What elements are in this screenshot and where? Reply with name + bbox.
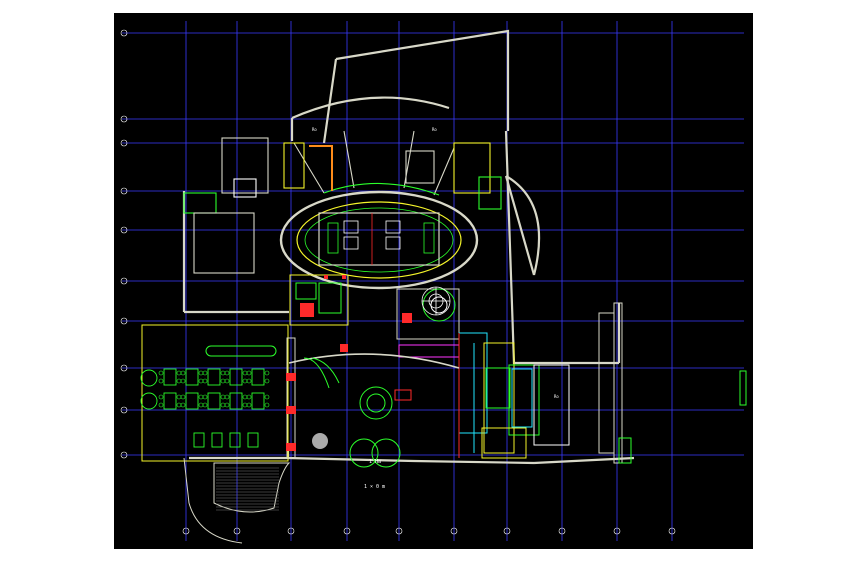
chair <box>180 378 186 384</box>
floor-plan-drawing: 1 Ha 1 × 0 m Ro Ro Ro <box>120 21 747 544</box>
dining-table <box>229 392 243 410</box>
dining-table <box>163 368 177 386</box>
chair <box>198 378 204 384</box>
chair <box>176 394 182 400</box>
chair <box>202 402 208 408</box>
dining-table <box>185 392 199 410</box>
exterior-walls <box>182 29 635 465</box>
bottom-note-label: 1 × 0 m <box>364 484 385 490</box>
dining-table <box>247 432 259 448</box>
chair <box>180 402 186 408</box>
chair <box>224 402 230 408</box>
chair <box>220 370 226 376</box>
right-annex <box>598 302 747 464</box>
chair <box>158 370 164 376</box>
room-b-label: Ro <box>432 127 437 132</box>
chair <box>198 402 204 408</box>
chair <box>220 402 226 408</box>
chair <box>242 378 248 384</box>
round-table <box>140 369 158 387</box>
chair <box>224 394 230 400</box>
chair <box>198 394 204 400</box>
chair <box>242 394 248 400</box>
chair <box>202 394 208 400</box>
chair <box>242 370 248 376</box>
dining-table <box>251 392 265 410</box>
room-a-label: Ro <box>312 127 317 132</box>
dining-table <box>163 392 177 410</box>
chair <box>246 370 252 376</box>
dining-table <box>229 432 241 448</box>
chair <box>224 370 230 376</box>
chair <box>158 394 164 400</box>
chair <box>158 378 164 384</box>
chair <box>220 394 226 400</box>
chair <box>180 370 186 376</box>
chair <box>224 378 230 384</box>
dining-table <box>193 432 205 448</box>
chair <box>176 378 182 384</box>
chair <box>246 402 252 408</box>
elevator-core <box>279 190 479 290</box>
dining-table <box>211 432 223 448</box>
dining-table <box>185 368 199 386</box>
chair <box>264 378 270 384</box>
dining-table <box>229 368 243 386</box>
chair <box>246 378 252 384</box>
chair <box>242 402 248 408</box>
dining-table <box>207 368 221 386</box>
chair <box>198 370 204 376</box>
chair <box>176 370 182 376</box>
round-table <box>140 392 158 410</box>
room-c-label: Ro <box>554 394 559 399</box>
chair <box>180 394 186 400</box>
chair <box>202 378 208 384</box>
dining-table <box>251 368 265 386</box>
chair <box>246 394 252 400</box>
spiral-stair <box>421 286 451 316</box>
terrace <box>183 457 291 544</box>
cad-viewport[interactable]: 1 Ha 1 × 0 m Ro Ro Ro <box>114 13 753 549</box>
upper-offices <box>183 130 502 274</box>
chair <box>264 394 270 400</box>
chair <box>264 370 270 376</box>
buffet-counter <box>205 345 277 357</box>
dining-area <box>140 324 289 462</box>
chair <box>264 402 270 408</box>
dining-table <box>207 392 221 410</box>
center-hall-label: 1 Ha <box>369 459 381 465</box>
chair <box>202 370 208 376</box>
chair <box>176 402 182 408</box>
chair <box>158 402 164 408</box>
chair <box>220 378 226 384</box>
